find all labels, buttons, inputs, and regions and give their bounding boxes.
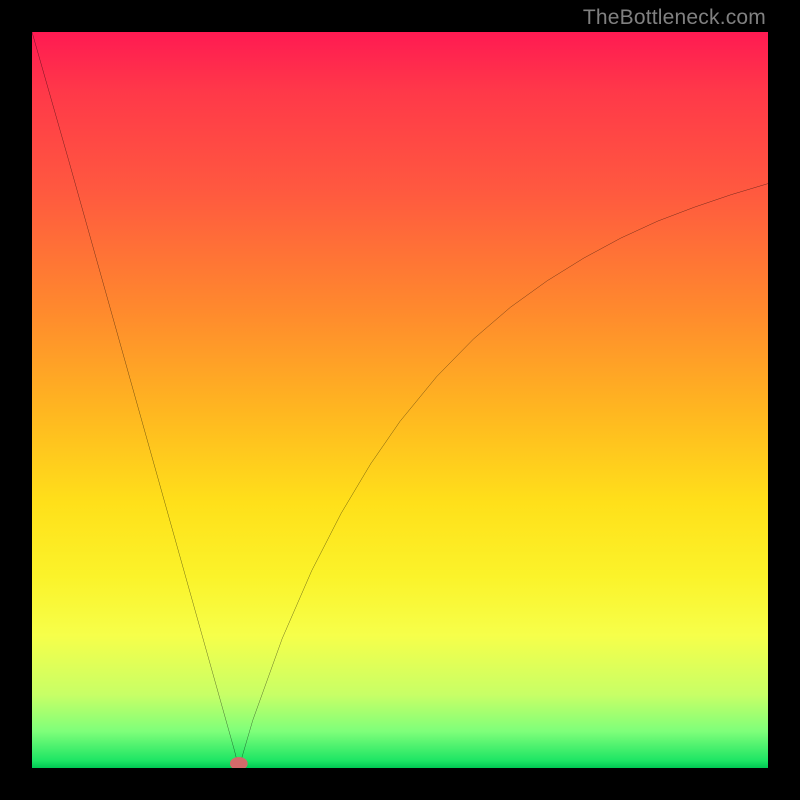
- curve-layer: [32, 32, 768, 768]
- vertex-marker: [230, 757, 248, 768]
- chart-container: TheBottleneck.com: [0, 0, 800, 800]
- watermark-text: TheBottleneck.com: [583, 6, 766, 30]
- curve-right-branch: [239, 184, 768, 768]
- curve-left-branch: [32, 32, 239, 768]
- plot-area: [32, 32, 768, 768]
